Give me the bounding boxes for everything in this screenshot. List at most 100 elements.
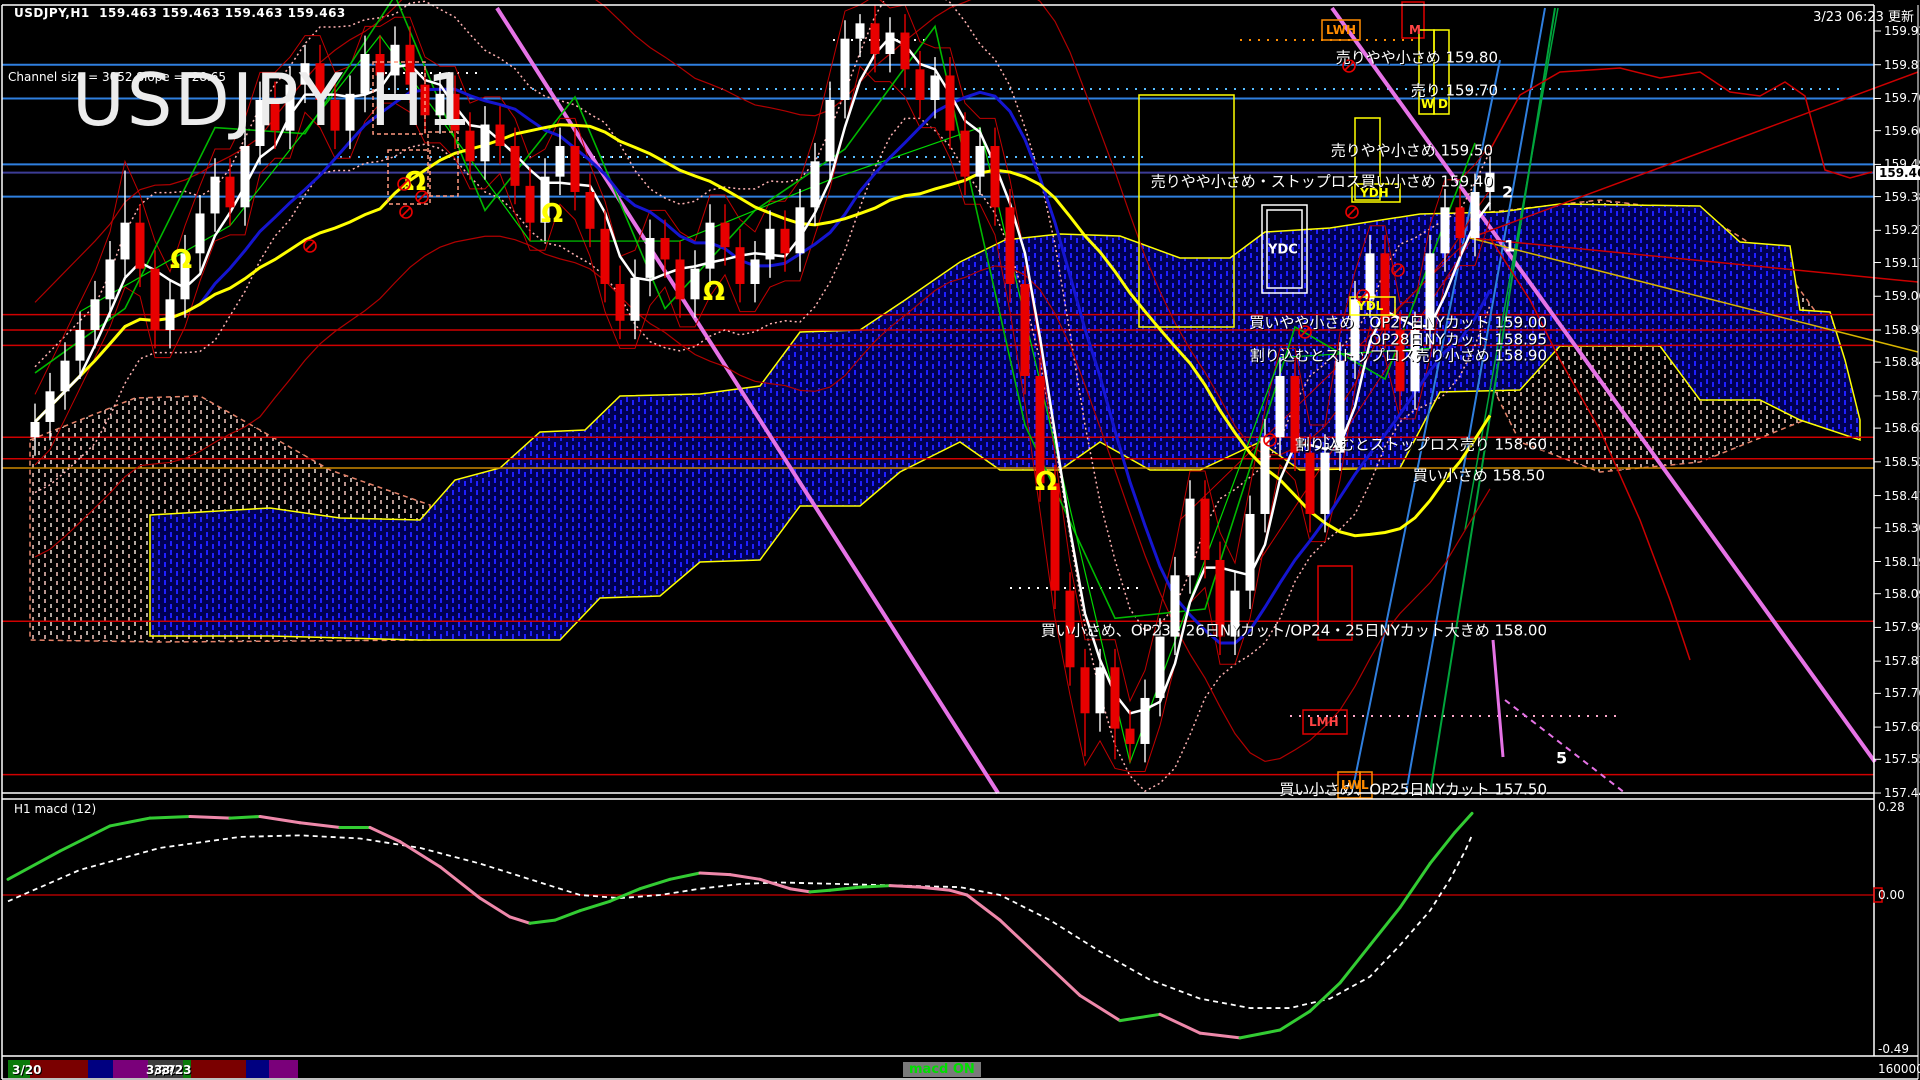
macd-main-line [190,817,230,819]
price-axis-label: 158.735 [1884,389,1920,403]
macd-main-line [890,886,920,888]
macd-main-line [370,827,400,841]
candle-bullish[interactable] [811,161,820,207]
trading-chart-window: ΩΩΩΩΩ USDJPY,H1 159.463 159.463 159.463 … [0,0,1920,1080]
price-axis-label: 159.170 [1884,256,1920,270]
candle-bullish[interactable] [196,213,205,253]
candle-bearish[interactable] [1306,453,1315,514]
candle-bearish[interactable] [1201,499,1210,560]
candle-bearish[interactable] [961,131,970,177]
macd-on-badge[interactable]: macd ON [903,1062,981,1077]
level-label-m: M [1409,23,1421,37]
chart-canvas[interactable]: ΩΩΩΩΩ [0,0,1920,1080]
candle-bearish[interactable] [601,229,610,284]
candle-bullish[interactable] [841,39,850,100]
updated-timestamp: 3/23 06:23 更新 [1813,6,1914,25]
candle-bearish[interactable] [526,186,535,223]
candle-bullish[interactable] [1156,637,1165,698]
price-axis-label: 158.410 [1884,489,1920,503]
candle-bullish[interactable] [31,422,40,437]
candle-bearish[interactable] [586,192,595,229]
trend-line[interactable] [1493,640,1503,757]
price-axis-label: 158.090 [1884,587,1920,601]
candle-bearish[interactable] [676,259,685,299]
candle-bullish[interactable] [691,269,700,300]
candle-bearish[interactable] [946,75,955,130]
candle-bullish[interactable] [241,146,250,207]
candle-bullish[interactable] [1186,499,1195,576]
candle-bearish[interactable] [1051,483,1060,590]
candle-bullish[interactable] [1141,698,1150,744]
omega-marker-icon: Ω [703,277,725,307]
macd-main-line [530,920,555,923]
timeline-segment[interactable] [88,1060,113,1078]
candle-bullish[interactable] [106,259,115,299]
candle-bullish[interactable] [211,177,220,214]
candle-bullish[interactable] [1471,192,1480,238]
candle-bullish[interactable] [1246,514,1255,591]
candle-bearish[interactable] [496,125,505,146]
candle-bullish[interactable] [1441,207,1450,253]
candle-bullish[interactable] [481,125,490,162]
candle-bullish[interactable] [631,278,640,321]
candle-bullish[interactable] [856,23,865,38]
candle-bearish[interactable] [1021,284,1030,376]
candle-bullish[interactable] [91,299,100,330]
candle-bearish[interactable] [901,33,910,70]
candle-bullish[interactable] [1276,376,1285,437]
price-axis-label: 158.195 [1884,555,1920,569]
level-label-w: W [1421,97,1434,111]
candle-bullish[interactable] [766,229,775,260]
omega-marker-icon: Ω [170,245,192,275]
macd-main-line [950,890,967,895]
candle-bearish[interactable] [721,223,730,248]
candle-bullish[interactable] [931,75,940,100]
candle-bullish[interactable] [976,146,985,177]
candle-bearish[interactable] [616,284,625,321]
candle-bullish[interactable] [556,146,565,177]
candle-bearish[interactable] [151,269,160,330]
level-label-1: 1 [1504,237,1515,256]
candle-bearish[interactable] [1081,667,1090,713]
candle-bullish[interactable] [751,259,760,284]
candle-bearish[interactable] [571,146,580,192]
candle-bearish[interactable] [781,229,790,254]
candle-bullish[interactable] [796,207,805,253]
candle-bullish[interactable] [886,33,895,54]
candle-bearish[interactable] [226,177,235,208]
candle-bearish[interactable] [1126,729,1135,744]
candle-bearish[interactable] [511,146,520,186]
candle-bullish[interactable] [706,223,715,269]
candle-bullish[interactable] [1096,667,1105,713]
trade-annotation: 割り込むとストップロス売り 158.60 [1295,434,1547,455]
candle-bullish[interactable] [1321,453,1330,514]
candle-bullish[interactable] [166,299,175,330]
omega-marker-icon: Ω [1035,467,1057,497]
candle-bullish[interactable] [1261,437,1270,514]
current-price-badge: 159.463 [1876,166,1920,180]
candle-bullish[interactable] [46,391,55,422]
candle-bearish[interactable] [871,23,880,54]
macd-axis-label: -0.49 [1878,1042,1909,1056]
candle-bearish[interactable] [736,247,745,284]
candle-bullish[interactable] [646,238,655,278]
candle-bullish[interactable] [76,330,85,361]
candle-bearish[interactable] [1006,207,1015,284]
candle-bearish[interactable] [916,69,925,100]
candle-bearish[interactable] [1456,207,1465,238]
candle-bearish[interactable] [136,223,145,269]
macd-main-line [1000,920,1040,958]
symbol-ohlc-line: USDJPY,H1 159.463 159.463 159.463 159.46… [14,6,346,20]
price-axis-label: 158.520 [1884,455,1920,469]
candle-bearish[interactable] [1111,667,1120,728]
macd-main-line [760,879,790,888]
candle-bullish[interactable] [121,223,130,260]
candle-bullish[interactable] [61,361,70,392]
candle-bearish[interactable] [661,238,670,259]
candle-bearish[interactable] [991,146,1000,207]
timeline-segment[interactable] [269,1060,298,1078]
timeline-segment[interactable] [191,1060,246,1078]
timeline-segment[interactable] [246,1060,269,1078]
candle-bullish[interactable] [826,100,835,161]
timeline-segment[interactable] [113,1060,148,1078]
